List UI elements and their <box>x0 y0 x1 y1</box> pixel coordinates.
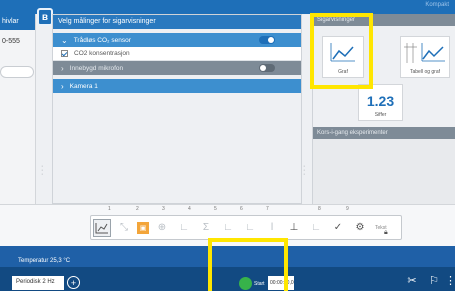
toolbar-index: 5 <box>214 206 217 212</box>
analysis-toolbar: ⤡ ▣ ⊕ ∟ Σ ∟ ∟ ǀ ⊥ ∟ ✓ ⚙ Tekst <box>90 215 402 240</box>
bluetooth-icon[interactable]: ʙ <box>37 8 53 26</box>
sensor-row-microphone[interactable]: › Innebygd mikrofon <box>53 61 301 75</box>
co2-sensor-toggle[interactable] <box>259 36 275 44</box>
tangent-icon[interactable]: ∟ <box>241 219 259 237</box>
add-icon[interactable]: + <box>67 276 80 289</box>
timer-display: 00:00:00,0 <box>268 276 294 290</box>
zoom-icon[interactable]: ⊕ <box>153 219 171 237</box>
chevron-down-icon: ⌄ <box>61 35 68 45</box>
toolbar-index: 4 <box>188 206 191 212</box>
settings-icon[interactable]: ⚙ <box>351 219 369 237</box>
device-code: 0-555 <box>2 38 20 45</box>
start-label: Start <box>254 281 265 287</box>
toolbar-index: 9 <box>346 206 349 212</box>
slope-icon[interactable]: ∟ <box>307 219 325 237</box>
sensor-row-label: Kamera 1 <box>69 82 98 90</box>
window-title: Kompakt <box>425 2 449 8</box>
sensor-row-label: Innebygd mikrofon <box>69 64 124 72</box>
graph-tile[interactable]: Graf <box>322 36 364 78</box>
toolbar-index: 7 <box>266 206 269 212</box>
display-selection-panel: Sigarvisninger Graf Tabell og graf 1.23 <box>312 14 455 204</box>
sensor-selection-panel: Velg målinger for sigarvisninger ⌄ Trådl… <box>41 14 305 204</box>
line-icon[interactable]: ⊥ <box>285 219 303 237</box>
drag-handle-icon[interactable]: · · · <box>41 163 45 178</box>
device-panel-header: hivlar <box>0 14 35 30</box>
tile-caption: Tabell og graf <box>409 69 441 75</box>
chevron-right-icon: › <box>61 63 64 73</box>
sensor-row-co2[interactable]: ⌄ Trådløs CO₂ sensor <box>53 33 301 47</box>
expand-icon[interactable]: ⤡ <box>115 219 133 237</box>
frequency-selector[interactable]: Periodisk 2 Hz <box>12 276 64 290</box>
tools-icon[interactable]: ✂ <box>403 271 421 289</box>
share-icon[interactable]: ⚐ <box>425 271 443 289</box>
temperature-readout[interactable]: Temperatur 25,3 °C <box>18 258 70 264</box>
axis-icon[interactable]: ∟ <box>175 219 193 237</box>
table-graph-icon <box>404 43 445 63</box>
chevron-right-icon: › <box>61 81 64 91</box>
line-graph-icon <box>330 43 355 62</box>
experiments-list <box>313 139 455 204</box>
tile-caption: Graf <box>338 69 348 75</box>
top-strip: Kompakt <box>0 0 455 14</box>
curve-icon[interactable]: ∟ <box>219 219 237 237</box>
sensor-row-label: Trådløs CO₂ sensor <box>73 36 131 44</box>
device-panel: hivlar 0-555 <box>0 14 36 204</box>
app-window: Kompakt hivlar 0-555 ʙ Velg målinger for… <box>0 0 455 291</box>
sensor-row-camera[interactable]: › Kamera 1 <box>53 79 301 93</box>
check-icon[interactable]: ✓ <box>329 219 347 237</box>
toolbar-index: 2 <box>136 206 139 212</box>
toolbar-index: 3 <box>162 206 165 212</box>
drag-handle-icon[interactable]: · · · <box>303 163 307 178</box>
sum-icon[interactable]: Σ <box>197 219 215 237</box>
lock-icon[interactable]: 🔒︎ <box>384 229 388 237</box>
select-icon[interactable]: ▣ <box>137 221 149 234</box>
digits-value: 1.23 <box>366 93 395 109</box>
toolbar-index-row: 1 2 3 4 5 6 7 8 9 <box>0 206 455 212</box>
tile-caption: Siffer <box>374 112 387 118</box>
start-button[interactable] <box>239 277 252 290</box>
microphone-toggle[interactable] <box>259 64 275 72</box>
toolbar-index: 1 <box>108 206 111 212</box>
measurement-row-co2[interactable]: CO2 konsentrasjon <box>53 47 301 61</box>
table-graph-tile[interactable]: Tabell og graf <box>400 36 450 78</box>
co2-checkbox[interactable] <box>61 50 68 57</box>
measurement-label: CO2 konsentrasjon <box>74 50 130 57</box>
toolbar-index: 6 <box>240 206 243 212</box>
display-panel-header: Sigarvisninger <box>313 14 455 26</box>
sensor-panel-header: Velg målinger for sigarvisninger <box>53 15 301 29</box>
toolbar-index: 8 <box>318 206 321 212</box>
experiments-header: Kors-i-gang eksperimenter <box>313 127 455 139</box>
more-icon[interactable]: ⋮ <box>445 271 455 289</box>
device-field[interactable] <box>0 66 34 78</box>
digits-tile[interactable]: 1.23 Siffer <box>358 84 403 121</box>
graph-icon[interactable] <box>93 218 111 237</box>
marker-icon[interactable]: ǀ <box>263 219 281 237</box>
